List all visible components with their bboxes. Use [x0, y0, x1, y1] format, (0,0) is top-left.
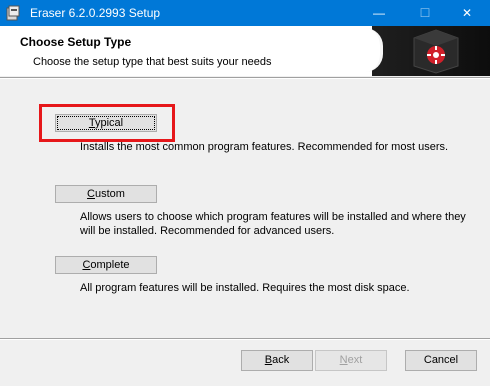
- back-button[interactable]: Back: [241, 350, 313, 371]
- highlight-box: [39, 104, 175, 142]
- custom-access-key: C: [87, 188, 95, 200]
- eraser-logo-icon: [413, 29, 459, 74]
- maximize-button[interactable]: ☐: [402, 0, 448, 26]
- next-access-key: N: [339, 354, 348, 366]
- custom-button[interactable]: Custom: [55, 185, 157, 203]
- window-title: Eraser 6.2.0.2993 Setup: [30, 6, 161, 20]
- header-divider: [0, 77, 490, 79]
- custom-label: ustom: [94, 188, 125, 200]
- complete-button[interactable]: Complete: [55, 256, 157, 274]
- next-label: ext: [347, 354, 363, 366]
- page-title: Choose Setup Type: [20, 35, 132, 49]
- cancel-button[interactable]: Cancel: [405, 350, 477, 371]
- complete-label: omplete: [90, 259, 130, 271]
- next-button[interactable]: Next: [315, 350, 387, 371]
- custom-description: Allows users to choose which program fea…: [80, 211, 466, 237]
- complete-description: All program features will be installed. …: [80, 282, 410, 294]
- typical-description: Installs the most common program feature…: [80, 141, 449, 153]
- installer-icon: [6, 5, 20, 21]
- close-button[interactable]: ✕: [444, 0, 490, 26]
- minimize-button[interactable]: —: [356, 0, 402, 26]
- footer-divider: [0, 338, 490, 340]
- title-bar[interactable]: Eraser 6.2.0.2993 Setup — ☐ ✕: [0, 0, 490, 26]
- page-subtitle: Choose the setup type that best suits yo…: [33, 56, 272, 68]
- back-label: ack: [272, 354, 290, 366]
- header-banner: Choose Setup Type Choose the setup type …: [0, 26, 490, 76]
- back-access-key: B: [264, 354, 273, 366]
